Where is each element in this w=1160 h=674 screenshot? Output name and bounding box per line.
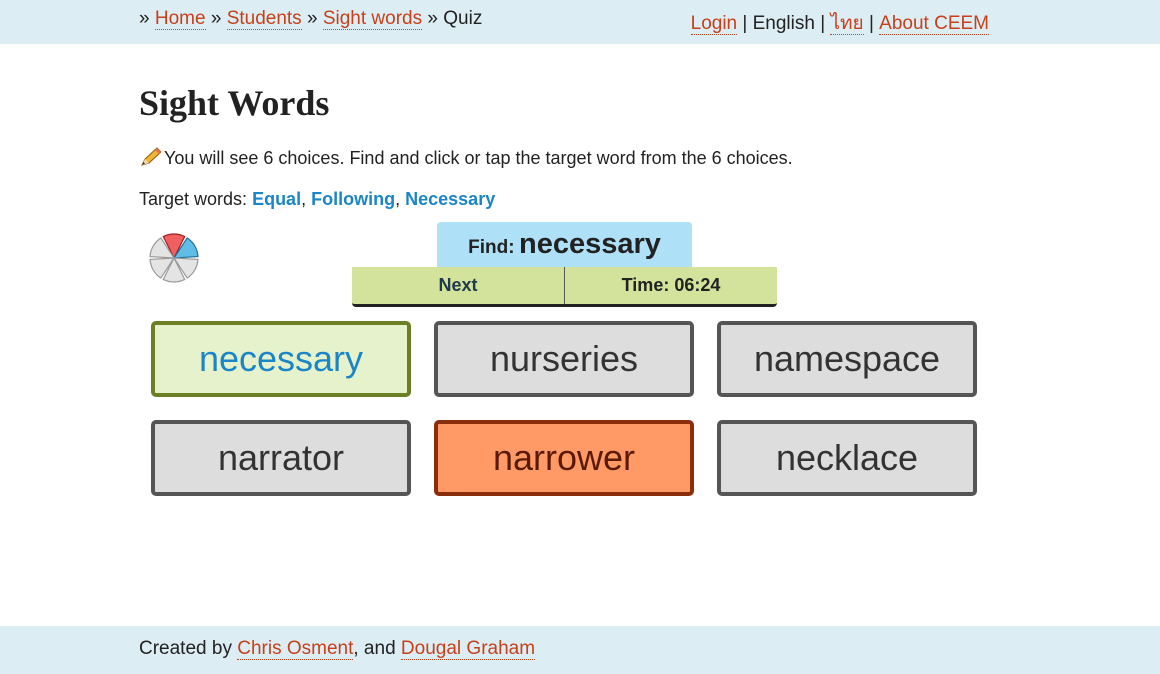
account-language-nav: Login | English | ไทย | About CEEM — [690, 8, 989, 38]
author-link-chris-osment[interactable]: Chris Osment — [237, 638, 354, 660]
breadcrumb-students-link[interactable]: Students — [226, 8, 302, 30]
author-link-dougal-graham[interactable]: Dougal Graham — [400, 638, 536, 660]
target-words-label: Target words: — [139, 189, 248, 209]
target-word: Necessary — [405, 189, 496, 209]
target-word: Following — [311, 189, 396, 209]
nav-divider: | — [868, 13, 874, 34]
footer-and: , and — [353, 638, 396, 659]
next-button[interactable]: Next — [352, 267, 565, 304]
choice-button-necklace[interactable]: necklace — [717, 420, 977, 496]
language-english-current: English — [752, 13, 815, 34]
breadcrumb: » Home » Students » Sight words » Quiz — [139, 8, 482, 30]
footer-created-by: Created by — [139, 638, 232, 659]
pencil-icon — [141, 147, 162, 166]
login-link[interactable]: Login — [690, 13, 738, 35]
page-title: Sight Words — [139, 83, 330, 123]
find-prompt: Find: necessary — [437, 222, 692, 267]
progress-wheel-icon — [149, 233, 199, 283]
instructions: You will see 6 choices. Find and click o… — [139, 146, 793, 169]
breadcrumb-home-link[interactable]: Home — [154, 8, 206, 30]
breadcrumb-sight-words-link[interactable]: Sight words — [322, 8, 423, 30]
breadcrumb-current: Quiz — [443, 8, 483, 29]
breadcrumb-sep: » — [210, 8, 222, 29]
instructions-text: You will see 6 choices. Find and click o… — [164, 148, 793, 168]
nav-divider: | — [742, 13, 748, 34]
nav-divider: | — [820, 13, 826, 34]
choice-button-narrower[interactable]: narrower — [434, 420, 694, 496]
footer: Created by Chris Osment, and Dougal Grah… — [0, 626, 1160, 674]
choice-button-namespace[interactable]: namespace — [717, 321, 977, 397]
footer-credits: Created by Chris Osment, and Dougal Grah… — [139, 638, 536, 660]
choice-button-narrator[interactable]: narrator — [151, 420, 411, 496]
choice-button-nurseries[interactable]: nurseries — [434, 321, 694, 397]
language-thai-link[interactable]: ไทย — [830, 13, 864, 35]
choice-button-necessary[interactable]: necessary — [151, 321, 411, 397]
top-nav-bar: » Home » Students » Sight words » Quiz L… — [0, 0, 1160, 44]
about-ceem-link[interactable]: About CEEM — [879, 13, 989, 35]
target-comma: , — [395, 189, 401, 209]
target-word: Equal — [252, 189, 302, 209]
find-target-word: necessary — [518, 228, 661, 260]
breadcrumb-sep: » — [139, 8, 150, 29]
breadcrumb-sep: » — [306, 8, 318, 29]
breadcrumb-sep: » — [427, 8, 438, 29]
target-comma: , — [301, 189, 307, 209]
find-label: Find: — [468, 237, 515, 258]
timer: Time: 06:24 — [621, 275, 721, 295]
quiz-controls: Next Time: 06:24 — [352, 267, 777, 307]
target-words: Target words: Equal, Following, Necessar… — [139, 189, 495, 210]
